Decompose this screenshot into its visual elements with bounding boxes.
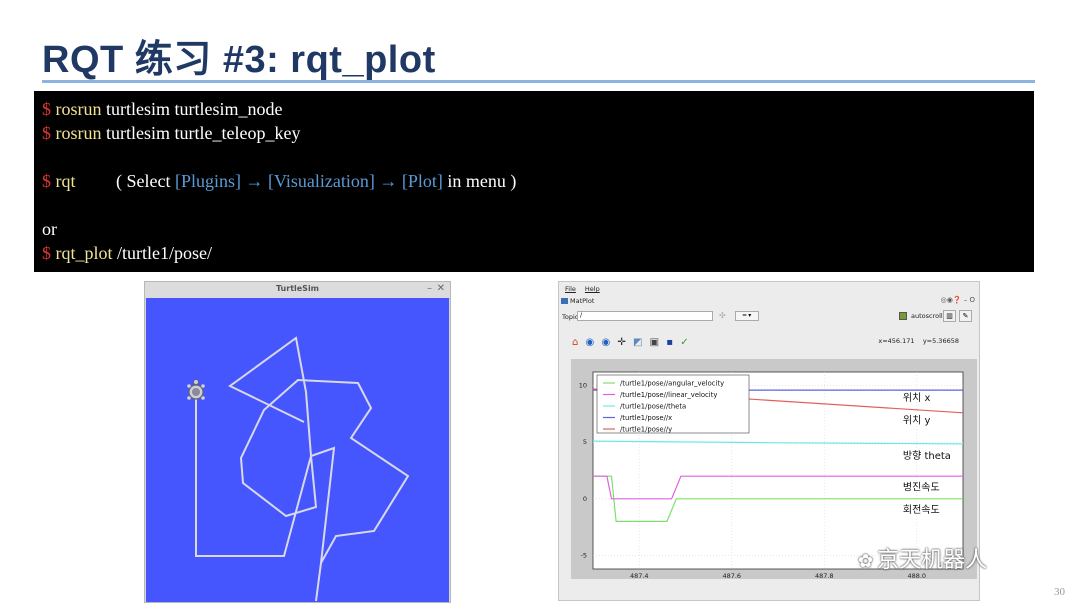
slide-title: RQT 练习 #3: rqt_plot <box>42 39 436 81</box>
autoscroll-checkbox-icon[interactable] <box>899 312 907 320</box>
back-icon[interactable]: ◉ <box>586 337 595 348</box>
turtle-path-drawing <box>187 336 410 602</box>
check-icon[interactable]: ✓ <box>680 337 688 348</box>
menu-bar: File Help <box>565 285 609 293</box>
forward-icon[interactable]: ◉ <box>601 337 610 348</box>
series-annotation: 회전속도 <box>903 504 940 516</box>
menu-help[interactable]: Help <box>585 285 600 293</box>
configure-icon[interactable]: ▣ <box>650 337 659 348</box>
hint-prefix: ( Select <box>75 171 175 191</box>
terminal-line-2: $ rosrun turtlesim turtle_teleop_key <box>42 123 300 144</box>
command: rqt_plot <box>55 243 113 263</box>
prompt: $ <box>42 123 56 143</box>
terminal-line-3: $ rqt ( Select [Plugins] → [Visualizatio… <box>42 171 516 192</box>
command: rqt <box>55 171 76 191</box>
close-button[interactable]: ✕ <box>437 283 445 294</box>
turtle-path <box>195 336 410 602</box>
clear-button[interactable]: ✎ <box>959 310 972 322</box>
plugin-title: MatPlot <box>570 297 595 305</box>
pan-icon[interactable]: ✛ <box>617 337 625 348</box>
cursor-coordinates: x=456.171 y=5.36658 <box>878 337 959 345</box>
turtlesim-titlebar[interactable]: TurtleSim – ✕ <box>145 282 450 299</box>
coord-y: y=5.36658 <box>922 337 959 345</box>
topic-input[interactable]: / <box>577 311 713 321</box>
title-divider <box>42 80 1035 83</box>
turtlesim-window-title: TurtleSim <box>275 284 320 293</box>
pause-button[interactable]: ▥ <box>943 310 956 322</box>
add-topic-icon[interactable]: ✣ <box>719 311 726 320</box>
prompt: $ <box>42 171 56 191</box>
matplot-icon <box>561 298 568 304</box>
hint-suffix: in menu ) <box>442 171 517 191</box>
y-tick-label: 0 <box>583 495 587 503</box>
x-tick-label: 487.6 <box>722 572 741 580</box>
remove-topic-dropdown[interactable]: ━ ▾ <box>735 311 759 321</box>
x-tick-label: 487.8 <box>815 572 834 580</box>
y-tick-label: 5 <box>583 438 587 446</box>
command-args: turtlesim turtle_teleop_key <box>101 123 301 143</box>
watermark-text: 京天机器人 <box>877 548 988 573</box>
minimize-button[interactable]: – <box>427 283 432 294</box>
autoscroll-label: autoscroll <box>911 312 943 320</box>
save-icon[interactable]: ▪ <box>666 337 673 348</box>
turtlesim-canvas <box>146 298 449 602</box>
prompt: $ <box>42 243 56 263</box>
command-args: turtlesim turtlesim_node <box>101 99 283 119</box>
page-number: 30 <box>1054 586 1065 598</box>
autoscroll-toggle[interactable]: autoscroll <box>899 312 943 320</box>
menu-file[interactable]: File <box>565 285 576 293</box>
terminal-line-4: or <box>42 219 57 240</box>
legend-label: /turtle1/pose//y <box>620 425 672 433</box>
terminal-block: $ rosrun turtlesim turtlesim_node $ rosr… <box>34 91 1034 272</box>
terminal-line-5: $ rqt_plot /turtle1/pose/ <box>42 243 212 264</box>
terminal-line-1: $ rosrun turtlesim turtlesim_node <box>42 99 282 120</box>
command: rosrun <box>55 99 102 119</box>
legend-label: /turtle1/pose//linear_velocity <box>620 391 717 399</box>
plugin-header-controls[interactable]: ◎◉❓ – O <box>941 296 975 304</box>
plugin-header: MatPlot <box>561 297 594 305</box>
menu-plot: [Plot] <box>401 171 443 191</box>
topic-label: Topic <box>562 313 579 321</box>
y-tick-label: 10 <box>579 382 587 390</box>
command: rosrun <box>55 123 102 143</box>
y-tick-label: -5 <box>581 551 587 559</box>
watermark: ✿ 京天机器人 <box>858 542 987 574</box>
turtle-icon <box>187 379 205 400</box>
series-annotation: 위치 y <box>903 414 931 427</box>
or-text: or <box>42 219 57 239</box>
arrow: → <box>241 171 268 191</box>
menu-plugins: [Plugins] <box>174 171 241 191</box>
menu-visualization: [Visualization] <box>268 171 375 191</box>
coord-x: x=456.171 <box>878 337 915 345</box>
legend-label: /turtle1/pose//angular_velocity <box>620 379 724 387</box>
plot-toolbar: ⌂ ◉ ◉ ✛ ◩ ▣ ▪ ✓ <box>572 337 693 348</box>
x-tick-label: 487.4 <box>630 572 649 580</box>
series-annotation: 병진속도 <box>903 481 940 493</box>
legend-label: /turtle1/pose//theta <box>620 402 686 410</box>
legend-label: /turtle1/pose//x <box>620 414 672 422</box>
command-args: /turtle1/pose/ <box>112 243 212 263</box>
series-annotation: 위치 x <box>903 391 931 404</box>
wechat-icon: ✿ <box>858 551 874 572</box>
home-icon[interactable]: ⌂ <box>572 337 578 348</box>
arrow: → <box>374 171 402 191</box>
turtlesim-window: TurtleSim – ✕ <box>144 281 451 603</box>
zoom-icon[interactable]: ◩ <box>633 337 642 348</box>
prompt: $ <box>42 99 56 119</box>
series-annotation: 방향 theta <box>903 450 951 462</box>
